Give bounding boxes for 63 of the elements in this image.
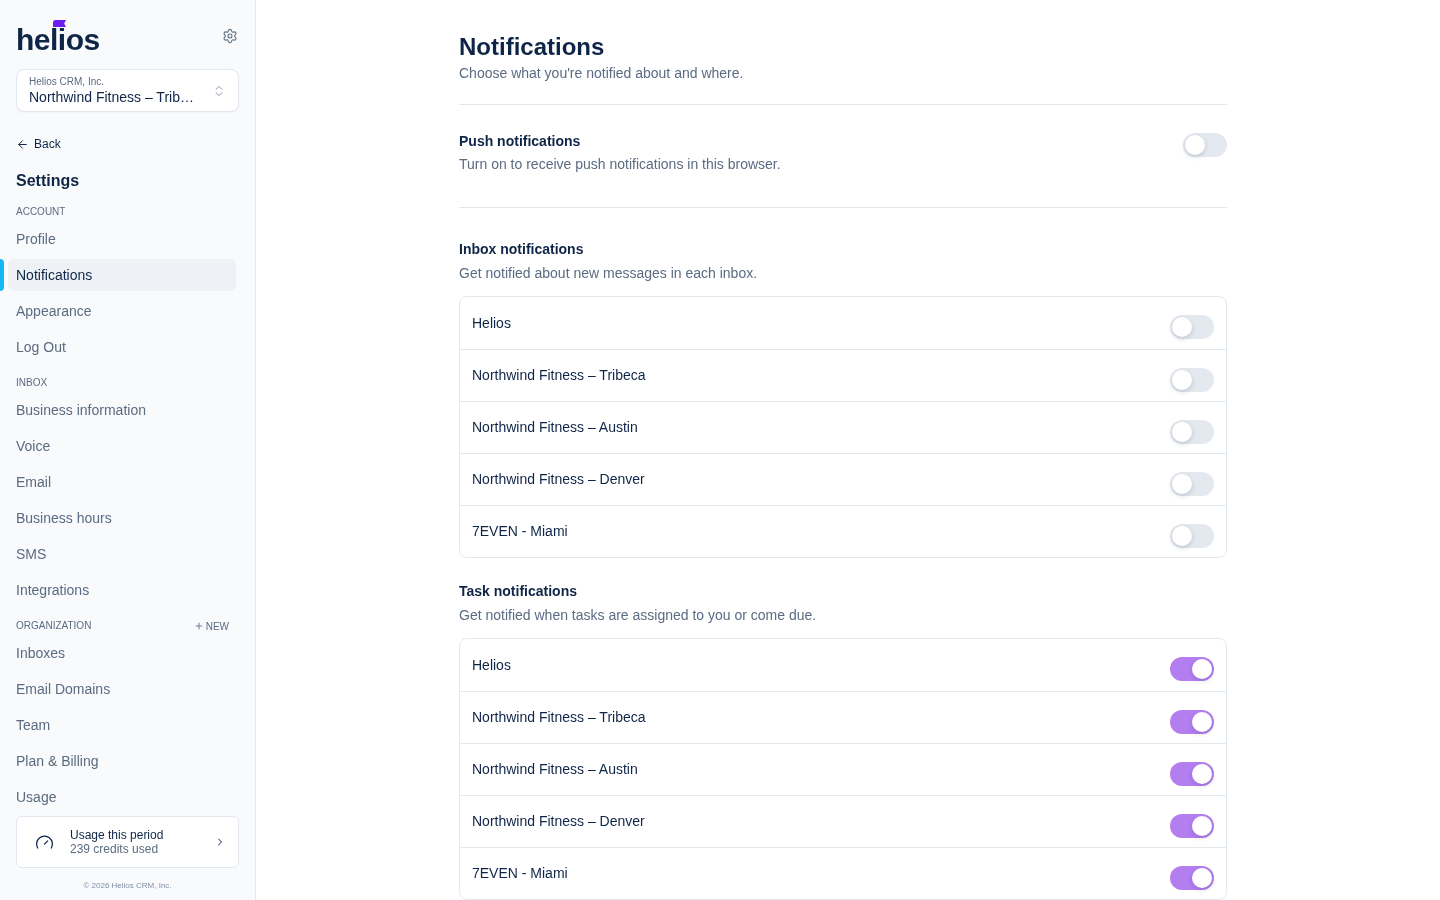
workspace-name: Northwind Fitness – Trib… <box>29 87 194 106</box>
usage-detail: 239 credits used <box>70 842 159 856</box>
toggle-switch[interactable] <box>1170 367 1214 392</box>
sidebar-item[interactable]: Team <box>8 709 236 741</box>
sidebar-item[interactable]: Notifications <box>8 259 236 291</box>
sidebar-item[interactable]: Business information <box>8 394 236 426</box>
inbox-name: Helios <box>472 655 511 675</box>
push-label: Push notifications <box>459 132 581 151</box>
sidebar-title: Settings <box>16 171 80 191</box>
page-subtitle: Choose what you're notified about and where. <box>459 64 745 83</box>
arrow-left-icon <box>16 137 29 151</box>
inbox-name: 7EVEN - Miami <box>472 522 568 541</box>
toggle-switch[interactable] <box>1170 315 1214 339</box>
group-title: Inbox notifications <box>459 240 584 259</box>
selection-bar-icon <box>0 259 4 291</box>
logo-flag-icon <box>53 20 66 27</box>
workspace-select[interactable]: Helios CRM, Inc. Northwind Fitness – Trib… <box>16 69 239 112</box>
section-heading: ACCOUNT <box>16 205 66 219</box>
toggle-switch[interactable] <box>1170 761 1214 786</box>
sidebar-item[interactable]: Plan & Billing <box>8 745 236 777</box>
section-heading: INBOX <box>16 376 48 390</box>
toggle-switch[interactable] <box>1170 657 1214 681</box>
usage-title: Usage this period <box>70 828 164 842</box>
inbox-name: Northwind Fitness – Tribeca <box>472 708 646 727</box>
sidebar-item[interactable]: Business hours <box>8 502 236 534</box>
inbox-name: 7EVEN - Miami <box>472 864 568 883</box>
sidebar-item[interactable]: Integrations <box>8 574 236 606</box>
copyright-text: © 2026 Helios CRM, Inc. <box>83 881 172 891</box>
sidebar-item[interactable]: Appearance <box>8 295 236 327</box>
group-description: Get notified about new messages in each inbox. <box>459 264 758 283</box>
sidebar-item[interactable]: Voice <box>8 430 236 462</box>
usage-card[interactable]: Usage this period 239 credits used <box>16 816 239 868</box>
inbox-name: Northwind Fitness – Denver <box>472 812 645 831</box>
toggle-switch[interactable] <box>1170 709 1214 734</box>
sidebar-item[interactable]: Log Out <box>8 331 236 363</box>
inbox-name: Northwind Fitness – Austin <box>472 418 638 437</box>
toggle-switch[interactable] <box>1183 133 1227 157</box>
group-title: Task notifications <box>459 582 577 601</box>
new-button[interactable]: NEW <box>193 618 229 634</box>
toggle-switch[interactable] <box>1170 471 1214 496</box>
workspace-org: Helios CRM, Inc. <box>29 75 105 88</box>
inbox-name: Northwind Fitness – Denver <box>472 470 645 489</box>
page-title: Notifications <box>459 32 606 62</box>
sidebar-item[interactable]: Email Domains <box>8 673 236 705</box>
sidebar-item[interactable]: Inboxes <box>8 637 236 669</box>
logo-wordmark: helios <box>16 28 100 51</box>
section-heading: ORGANIZATION <box>16 619 92 633</box>
inbox-name: Helios <box>472 313 511 333</box>
group-description: Get notified when tasks are assigned to you or come due. <box>459 606 817 625</box>
inbox-name: Northwind Fitness – Austin <box>472 760 638 779</box>
settings-icon[interactable] <box>222 27 238 44</box>
back-link[interactable]: Back <box>16 136 61 152</box>
sidebar-item[interactable]: SMS <box>8 538 236 570</box>
sidebar-item[interactable]: Profile <box>8 223 236 255</box>
toggle-switch[interactable] <box>1170 523 1214 548</box>
plus-icon <box>193 621 204 631</box>
toggle-switch[interactable] <box>1170 813 1214 838</box>
toggle-switch[interactable] <box>1170 865 1214 890</box>
inbox-name: Northwind Fitness – Tribeca <box>472 366 646 385</box>
push-description: Turn on to receive push notifications in this browser. <box>459 155 781 174</box>
sidebar-item[interactable]: Usage <box>8 781 236 813</box>
sidebar-item[interactable]: Email <box>8 466 236 498</box>
toggle-switch[interactable] <box>1170 419 1214 444</box>
